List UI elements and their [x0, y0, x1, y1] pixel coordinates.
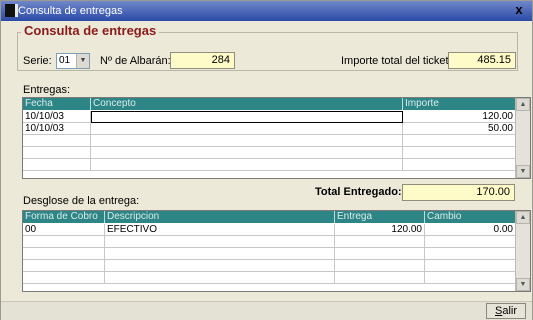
serie-select[interactable]: 01 ▼ [56, 53, 90, 69]
col-entrega[interactable]: Entrega [335, 211, 425, 223]
salir-label: alir [502, 305, 517, 317]
serie-value: 01 [59, 55, 71, 66]
cell-entrega: 120.00 [335, 224, 425, 236]
albaran-label: Nº de Albarán: [100, 55, 171, 67]
salir-button[interactable]: Salir [486, 303, 526, 319]
table-row[interactable] [23, 260, 516, 272]
importe-total-label: Importe total del ticket: [341, 55, 452, 67]
table-row[interactable] [23, 248, 516, 260]
col-cambio[interactable]: Cambio [425, 211, 516, 223]
cell-forma: 00 [23, 224, 105, 236]
entregas-scrollbar[interactable]: ▲ ▼ [515, 98, 530, 178]
total-entregado-label: Total Entregado: [315, 186, 402, 198]
col-fecha[interactable]: Fecha [23, 98, 91, 110]
table-row[interactable] [23, 272, 516, 284]
entregas-label: Entregas: [23, 84, 71, 96]
cell-cambio: 0.00 [425, 224, 516, 236]
table-row[interactable] [23, 147, 516, 159]
scroll-down-icon[interactable]: ▼ [516, 165, 530, 178]
serie-label: Serie: [23, 55, 52, 67]
entregas-header: Fecha Concepto Importe [23, 98, 516, 110]
scroll-down-icon[interactable]: ▼ [516, 278, 530, 291]
group-title: Consulta de entregas [21, 24, 160, 38]
table-row[interactable]: 00 EFECTIVO 120.00 0.00 [23, 224, 516, 236]
desglose-header: Forma de Cobro Descripcion Entrega Cambi… [23, 211, 516, 223]
desglose-scrollbar[interactable]: ▲ ▼ [515, 211, 530, 291]
scroll-up-icon[interactable]: ▲ [516, 211, 530, 224]
app-icon [5, 4, 18, 17]
cell-concepto[interactable] [91, 123, 403, 135]
table-row[interactable]: 10/10/03 50.00 [23, 123, 516, 135]
importe-total-field[interactable]: 485.15 [448, 52, 516, 69]
desglose-grid[interactable]: Forma de Cobro Descripcion Entrega Cambi… [22, 210, 531, 292]
desglose-label: Desglose de la entrega: [23, 195, 140, 207]
col-importe[interactable]: Importe [403, 98, 516, 110]
title-bar[interactable]: Consulta de entregas x [1, 1, 532, 21]
col-forma-cobro[interactable]: Forma de Cobro [23, 211, 105, 223]
table-row[interactable] [23, 236, 516, 248]
cell-importe: 120.00 [403, 111, 516, 123]
chevron-down-icon[interactable]: ▼ [76, 54, 89, 68]
cell-concepto[interactable] [91, 111, 403, 123]
entregas-grid[interactable]: Fecha Concepto Importe 10/10/03 120.00 1… [22, 97, 531, 179]
cell-importe: 50.00 [403, 123, 516, 135]
albaran-field[interactable]: 284 [170, 52, 235, 69]
table-row[interactable] [23, 135, 516, 147]
table-row[interactable]: 10/10/03 120.00 [23, 111, 516, 123]
status-strip [1, 301, 532, 320]
close-button[interactable]: x [512, 2, 526, 18]
col-descripcion[interactable]: Descripcion [105, 211, 335, 223]
total-entregado-field[interactable]: 170.00 [402, 184, 515, 201]
col-concepto[interactable]: Concepto [91, 98, 403, 110]
cell-fecha: 10/10/03 [23, 111, 91, 123]
table-row[interactable] [23, 159, 516, 171]
cell-fecha: 10/10/03 [23, 123, 91, 135]
scroll-up-icon[interactable]: ▲ [516, 98, 530, 111]
dialog-window: Consulta de entregas x Consulta de entre… [0, 0, 533, 320]
cell-descripcion: EFECTIVO [105, 224, 335, 236]
window-title: Consulta de entregas [18, 5, 123, 17]
